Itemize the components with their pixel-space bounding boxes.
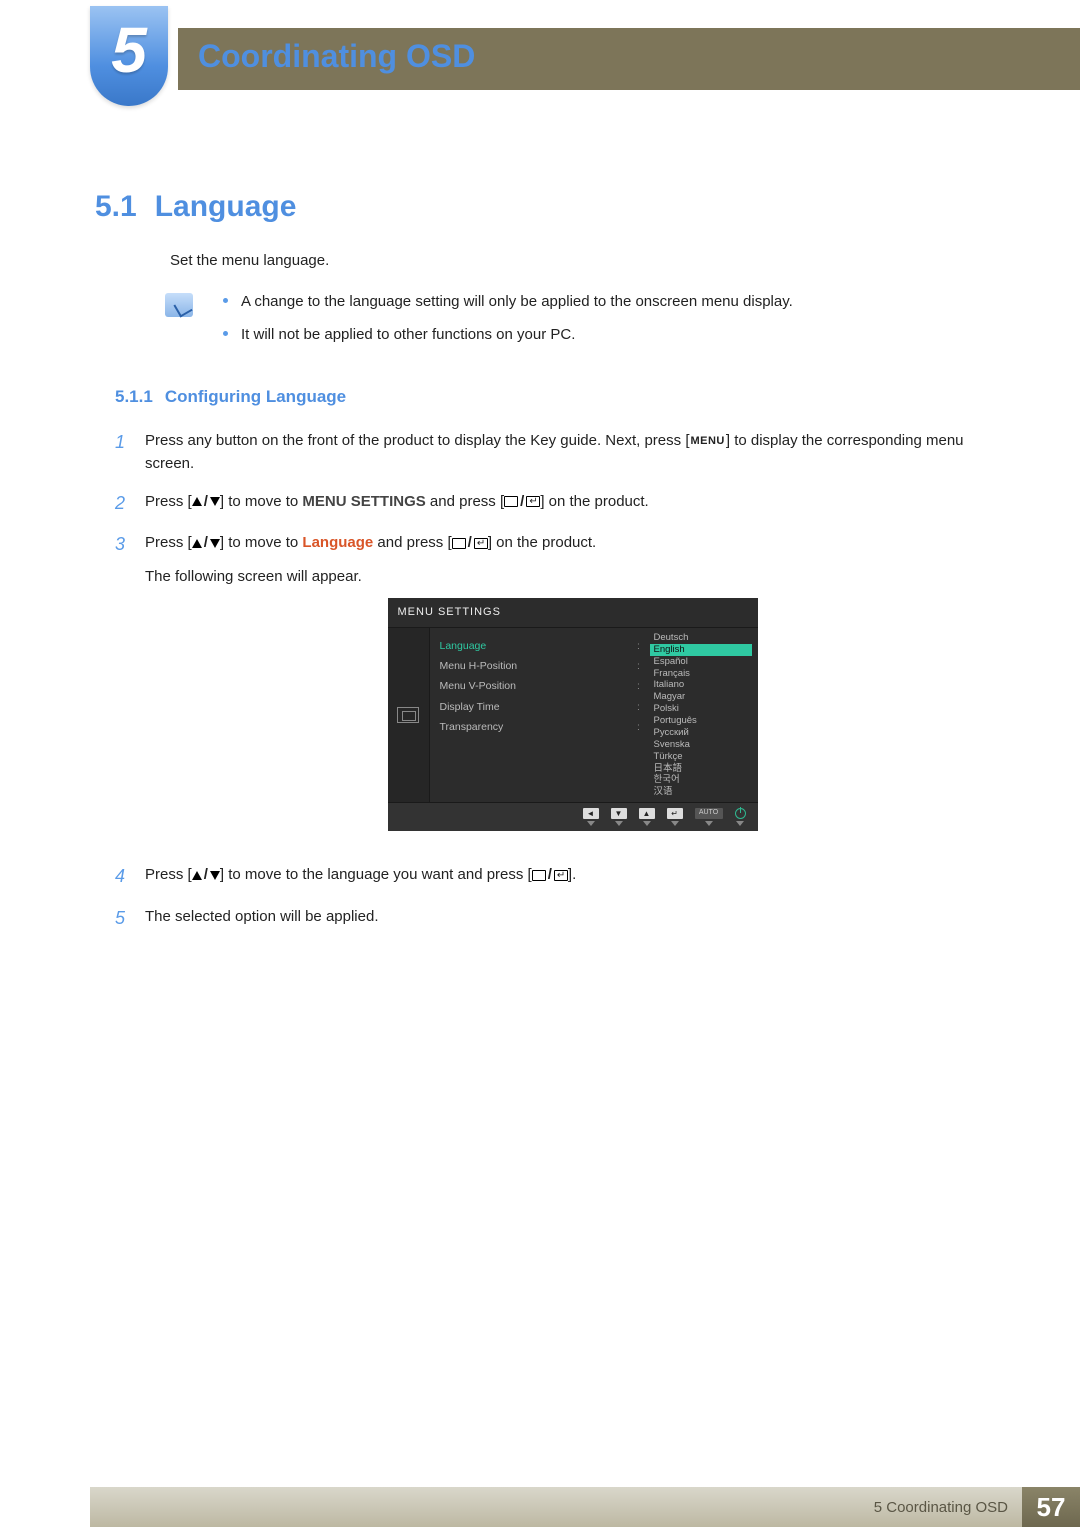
step-5: 5 The selected option will be applied. xyxy=(115,905,1000,933)
step-number: 3 xyxy=(115,531,145,849)
section-title: Language xyxy=(155,190,297,223)
step-list: 1 Press any button on the front of the p… xyxy=(115,429,1000,933)
up-triangle-icon xyxy=(192,871,202,880)
osd-language-option: 한국어 xyxy=(650,774,752,786)
down-triangle-icon xyxy=(210,539,220,548)
footer-label: 5 Coordinating OSD xyxy=(90,1487,1022,1527)
osd-nav-enter-icon: ↵ xyxy=(667,808,683,826)
section-heading: 5.1 Language xyxy=(95,190,1000,224)
osd-menu-item: Transparency: xyxy=(440,717,644,737)
step-body: Press [/] to move to the language you wa… xyxy=(145,863,1000,891)
enter-icon xyxy=(526,496,540,507)
step-body: Press [/] to move to MENU SETTINGS and p… xyxy=(145,490,1000,518)
note-list: A change to the language setting will on… xyxy=(223,291,793,357)
osd-category-icon-col xyxy=(388,628,430,802)
page-footer: 5 Coordinating OSD 57 xyxy=(0,1487,1080,1527)
osd-language-option: Svenska xyxy=(650,739,752,751)
subsection-heading: 5.1.1 Configuring Language xyxy=(115,387,1000,407)
source-icon xyxy=(532,870,546,881)
chapter-title: Coordinating OSD xyxy=(198,38,475,75)
step-4: 4 Press [/] to move to the language you … xyxy=(115,863,1000,891)
subsection-number: 5.1.1 xyxy=(115,387,153,406)
down-triangle-icon xyxy=(210,497,220,506)
osd-body: Language: Menu H-Position: Menu V-Positi… xyxy=(388,628,758,802)
osd-language-option: Русский xyxy=(650,727,752,739)
osd-menu-item-active: Language: xyxy=(440,636,644,656)
osd-footer-nav: ◄ ▼ ▲ ↵ AUTO xyxy=(388,802,758,831)
osd-language-option: Português xyxy=(650,715,752,727)
osd-language-option: Français xyxy=(650,668,752,680)
page-number: 57 xyxy=(1022,1487,1080,1527)
step-number: 1 xyxy=(115,429,145,476)
osd-menu-items: Language: Menu H-Position: Menu V-Positi… xyxy=(430,628,644,802)
osd-language-option: Italiano xyxy=(650,679,752,691)
enter-icon xyxy=(474,538,488,549)
chapter-number: 5 xyxy=(111,13,147,87)
osd-nav-back-icon: ◄ xyxy=(583,808,599,826)
osd-menu-item: Display Time: xyxy=(440,697,644,717)
note-item: A change to the language setting will on… xyxy=(223,291,793,312)
osd-menu-item: Menu V-Position: xyxy=(440,676,644,696)
osd-language-option: 汉语 xyxy=(650,786,752,798)
source-icon xyxy=(504,496,518,507)
osd-nav-up-icon: ▲ xyxy=(639,808,655,826)
down-triangle-icon xyxy=(210,871,220,880)
step-number: 2 xyxy=(115,490,145,518)
osd-language-option: 日本語 xyxy=(650,763,752,775)
step-body: Press [/] to move to Language and press … xyxy=(145,531,1000,849)
section-number: 5.1 xyxy=(95,190,137,223)
step-number: 4 xyxy=(115,863,145,891)
page-content: 5.1 Language Set the menu language. A cha… xyxy=(95,190,1000,947)
step-number: 5 xyxy=(115,905,145,933)
osd-language-option: Polski xyxy=(650,703,752,715)
osd-language-option: Magyar xyxy=(650,691,752,703)
note-icon xyxy=(165,293,193,317)
step-2: 2 Press [/] to move to MENU SETTINGS and… xyxy=(115,490,1000,518)
step-body: The selected option will be applied. xyxy=(145,905,1000,933)
osd-language-list: DeutschEnglishEspañolFrançaisItalianoMag… xyxy=(644,628,758,802)
menu-button-label: MENU xyxy=(689,433,725,450)
osd-language-option: Español xyxy=(650,656,752,668)
section-intro: Set the menu language. xyxy=(170,252,1000,269)
step-body: Press any button on the front of the pro… xyxy=(145,429,1000,476)
step-1: 1 Press any button on the front of the p… xyxy=(115,429,1000,476)
osd-language-option: Türkçe xyxy=(650,751,752,763)
osd-nav-down-icon: ▼ xyxy=(611,808,627,826)
osd-nav-power-icon xyxy=(735,808,746,826)
up-triangle-icon xyxy=(192,497,202,506)
enter-icon xyxy=(554,870,568,881)
note-block: A change to the language setting will on… xyxy=(165,291,1000,357)
up-triangle-icon xyxy=(192,539,202,548)
source-icon xyxy=(452,538,466,549)
osd-category-icon xyxy=(397,707,419,723)
chapter-number-badge: 5 xyxy=(90,6,168,106)
note-item: It will not be applied to other function… xyxy=(223,324,793,345)
osd-title: MENU SETTINGS xyxy=(388,598,758,628)
osd-language-option: Deutsch xyxy=(650,632,752,644)
osd-menu-item: Menu H-Position: xyxy=(440,656,644,676)
osd-panel: MENU SETTINGS Language: Menu H-Position:… xyxy=(388,598,758,831)
step-3: 3 Press [/] to move to Language and pres… xyxy=(115,531,1000,849)
subsection-title: Configuring Language xyxy=(165,387,346,406)
osd-nav-auto-icon: AUTO xyxy=(695,808,723,826)
osd-screenshot: MENU SETTINGS Language: Menu H-Position:… xyxy=(145,598,1000,831)
osd-language-option: English xyxy=(650,644,752,656)
